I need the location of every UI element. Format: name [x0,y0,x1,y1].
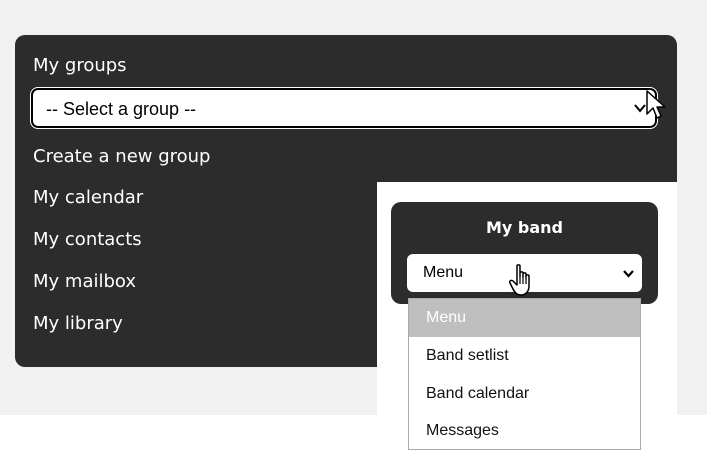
chevron-down-icon [633,101,647,115]
groups-panel-title: My groups [33,55,127,76]
option-band-setlist[interactable]: Band setlist [409,337,640,375]
my-calendar-link[interactable]: My calendar [33,187,143,208]
band-title: My band [485,218,563,237]
arrow-cursor-icon [646,90,668,127]
band-menu-dropdown: Menu Band setlist Band calendar Messages [408,298,641,450]
option-messages[interactable]: Messages [409,412,640,450]
band-select-value: Menu [423,264,464,281]
group-select-value: -- Select a group -- [46,99,197,119]
my-mailbox-link[interactable]: My mailbox [33,271,136,292]
hand-pointer-icon [509,264,537,303]
chevron-down-icon [622,267,635,279]
option-band-calendar[interactable]: Band calendar [409,375,640,413]
group-select[interactable]: -- Select a group -- [30,87,658,129]
create-group-link[interactable]: Create a new group [33,146,211,167]
my-contacts-link[interactable]: My contacts [33,229,142,250]
my-library-link[interactable]: My library [33,313,123,334]
option-menu[interactable]: Menu [409,299,640,337]
